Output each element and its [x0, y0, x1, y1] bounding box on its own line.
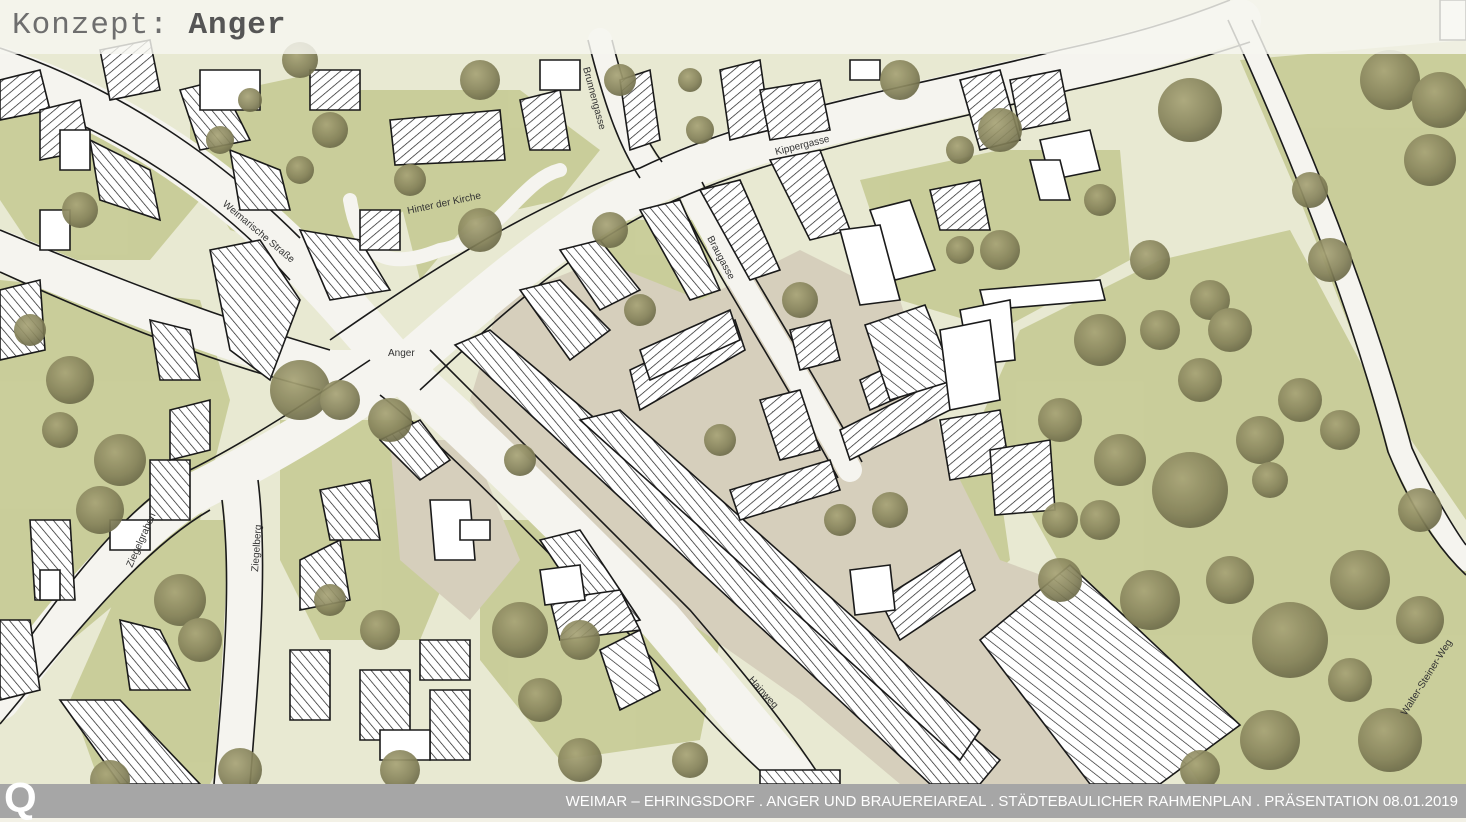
- street-label-anger: Anger: [388, 348, 415, 359]
- footer-text: WEIMAR – EHRINGSDORF . ANGER UND BRAUERE…: [565, 793, 1458, 810]
- page-title: Konzept: Anger: [12, 8, 286, 43]
- title-main: Anger: [188, 8, 287, 43]
- site-plan-map: Weimarische Straße Hinter der Kirche Bru…: [0, 0, 1466, 784]
- title-prefix: Konzept:: [12, 8, 169, 43]
- corner-logo-mark: Q: [4, 774, 37, 821]
- footer-bar: WEIMAR – EHRINGSDORF . ANGER UND BRAUERE…: [0, 784, 1466, 818]
